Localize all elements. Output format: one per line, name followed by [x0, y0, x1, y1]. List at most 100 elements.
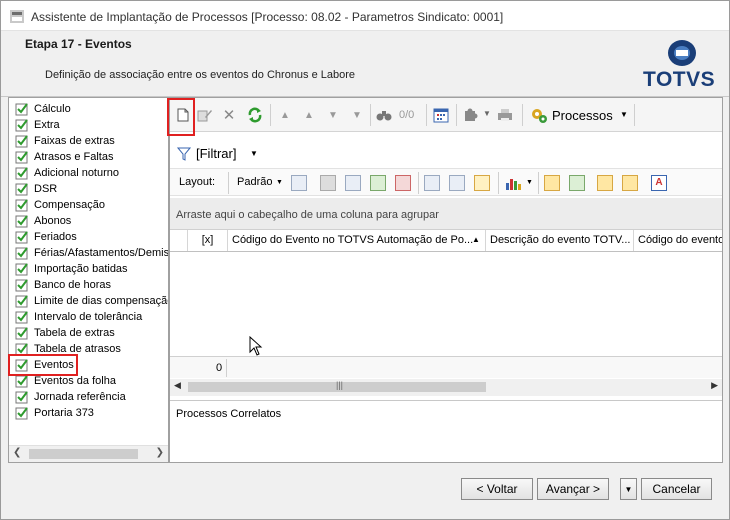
grid-horizontal-scrollbar[interactable]: ◀ ||| ▶ [170, 379, 722, 396]
attachments-dropdown-icon[interactable]: ▼ [483, 109, 491, 118]
sidebar-item-dsr[interactable]: DSR [9, 181, 168, 197]
toolbar-separator [426, 104, 427, 126]
sidebar-horizontal-scrollbar[interactable]: ❮ ❯ [9, 445, 168, 462]
calendar-button[interactable] [432, 106, 450, 124]
sidebar-item-adicional-noturno[interactable]: Adicional noturno [9, 165, 168, 181]
previous-record-button[interactable]: ▲ [300, 106, 318, 124]
events-panel: ✕ ▲ ▲ ▼ ▼ 0/0 ▼ Processos ▼ [Filtrar] ▼ … [167, 97, 723, 463]
scroll-right-icon[interactable]: ▶ [711, 380, 718, 391]
cancel-button[interactable]: Cancelar [641, 478, 712, 500]
edit-button[interactable] [196, 106, 214, 124]
checklist-icon [15, 151, 28, 164]
selected-step-highlight [8, 354, 78, 376]
sidebar-item-limite-de-dias-compensa-o[interactable]: Limite de dias compensação [9, 293, 168, 309]
wizard-window: Assistente de Implantação de Processos [… [0, 0, 730, 520]
toolbar-separator [270, 104, 271, 126]
view-preview-button[interactable] [622, 175, 638, 191]
group-by-area[interactable]: Arraste aqui o cabeçalho de uma coluna p… [170, 198, 722, 230]
checklist-icon [15, 311, 28, 324]
sidebar-item-importa-o-batidas[interactable]: Importação batidas [9, 261, 168, 277]
binoculars-icon [376, 111, 392, 121]
sidebar-item-banco-de-horas[interactable]: Banco de horas [9, 277, 168, 293]
filter-icon[interactable] [177, 146, 191, 162]
delete-button[interactable]: ✕ [220, 106, 238, 124]
sidebar-item-faixas-de-extras[interactable]: Faixas de extras [9, 133, 168, 149]
toolbar-separator [418, 172, 419, 194]
checklist-icon [15, 247, 28, 260]
view-grid-button[interactable] [544, 175, 560, 191]
summary-button[interactable] [449, 175, 465, 191]
layout-preset-select[interactable]: Padrão [237, 176, 272, 188]
toolbar-separator [370, 104, 371, 126]
edit-icon [197, 110, 212, 122]
layout-preset-dropdown-icon[interactable]: ▼ [276, 179, 283, 186]
sidebar-item-intervalo-de-toler-ncia[interactable]: Intervalo de tolerância [9, 309, 168, 325]
filter-dropdown-icon[interactable]: ▼ [250, 149, 258, 158]
save-layout-button[interactable] [291, 175, 307, 191]
last-record-button[interactable]: ▼ [348, 106, 366, 124]
next-record-button[interactable]: ▼ [324, 106, 342, 124]
font-settings-icon[interactable]: A [651, 175, 667, 191]
scrollbar-thumb[interactable] [29, 449, 138, 459]
next-options-dropdown[interactable]: ▼ [620, 478, 637, 500]
find-button[interactable] [375, 106, 393, 124]
sidebar-item-jornada-refer-ncia[interactable]: Jornada referência [9, 389, 168, 405]
sidebar-item-tabela-de-extras[interactable]: Tabela de extras [9, 325, 168, 341]
column-header-select[interactable]: [x] [188, 230, 228, 251]
sidebar-item-feriados[interactable]: Feriados [9, 229, 168, 245]
sidebar-item-portaria-373[interactable]: Portaria 373 [9, 405, 168, 421]
row-indicator-column [170, 230, 188, 251]
back-button[interactable]: < Voltar [461, 478, 533, 500]
processes-menu-button[interactable]: Processos ▼ [530, 104, 632, 126]
column-header-event-code[interactable]: Código do evento [634, 230, 722, 251]
view-detail-button[interactable] [597, 175, 613, 191]
sidebar-item-label: Férias/Afastamentos/Demis [34, 247, 168, 259]
sidebar-item-label: Eventos da folha [34, 375, 116, 387]
sidebar-item-extra[interactable]: Extra [9, 117, 168, 133]
refresh-button[interactable] [246, 106, 264, 124]
chart-dropdown-icon[interactable]: ▼ [526, 179, 533, 186]
sidebar-item-f-rias-afastamentos-demis[interactable]: Férias/Afastamentos/Demis [9, 245, 168, 261]
highlight-button[interactable] [474, 175, 490, 191]
filter-label[interactable]: [Filtrar] [196, 146, 236, 161]
wizard-header: Etapa 17 - Eventos Definição de associaç… [1, 31, 729, 97]
export-layout-button[interactable] [395, 175, 411, 191]
column-header-event-description[interactable]: Descrição do evento TOTV... [486, 230, 634, 251]
checklist-icon [15, 215, 28, 228]
checklist-icon [15, 295, 28, 308]
printer-icon [498, 109, 512, 121]
sort-ascending-icon: ▲ [472, 235, 480, 244]
delete-layout-button[interactable] [320, 175, 336, 191]
column-header-event-code-automation[interactable]: Código do Evento no TOTVS Automação de P… [228, 230, 486, 251]
gears-icon [532, 109, 547, 123]
next-button[interactable]: Avançar > [537, 478, 609, 500]
scroll-left-icon[interactable]: ❮ [13, 447, 21, 458]
chart-icon[interactable] [505, 175, 523, 191]
sidebar-item-atrasos-e-faltas[interactable]: Atrasos e Faltas [9, 149, 168, 165]
processes-dropdown-icon: ▼ [620, 110, 628, 119]
print-button[interactable] [496, 106, 514, 124]
sidebar-item-label: DSR [34, 183, 58, 195]
checklist-icon [15, 199, 28, 212]
sidebar-item-label: Compensação [34, 199, 105, 211]
sidebar-item-abonos[interactable]: Abonos [9, 213, 168, 229]
scroll-left-icon[interactable]: ◀ [174, 380, 181, 391]
checklist-icon [15, 231, 28, 244]
grid-header: [x] Código do Evento no TOTVS Automação … [170, 230, 722, 252]
calendar-icon [433, 108, 449, 123]
import-layout-button[interactable] [370, 175, 386, 191]
sidebar-item-compensa-o[interactable]: Compensação [9, 197, 168, 213]
columns-button[interactable] [424, 175, 440, 191]
attachments-button[interactable] [462, 106, 480, 124]
previous-record-icon: ▲ [304, 109, 314, 121]
layout-label: Layout: [179, 176, 216, 188]
checklist-icon [15, 263, 28, 276]
sidebar-item-c-lculo[interactable]: Cálculo [9, 101, 168, 117]
group-by-hint: Arraste aqui o cabeçalho de uma coluna p… [176, 209, 439, 221]
scroll-right-icon[interactable]: ❯ [156, 447, 164, 458]
view-card-button[interactable] [569, 175, 585, 191]
toolbar-separator [228, 172, 229, 194]
new-record-highlight [167, 98, 195, 136]
layout-options-button[interactable] [345, 175, 361, 191]
first-record-button[interactable]: ▲ [276, 106, 294, 124]
